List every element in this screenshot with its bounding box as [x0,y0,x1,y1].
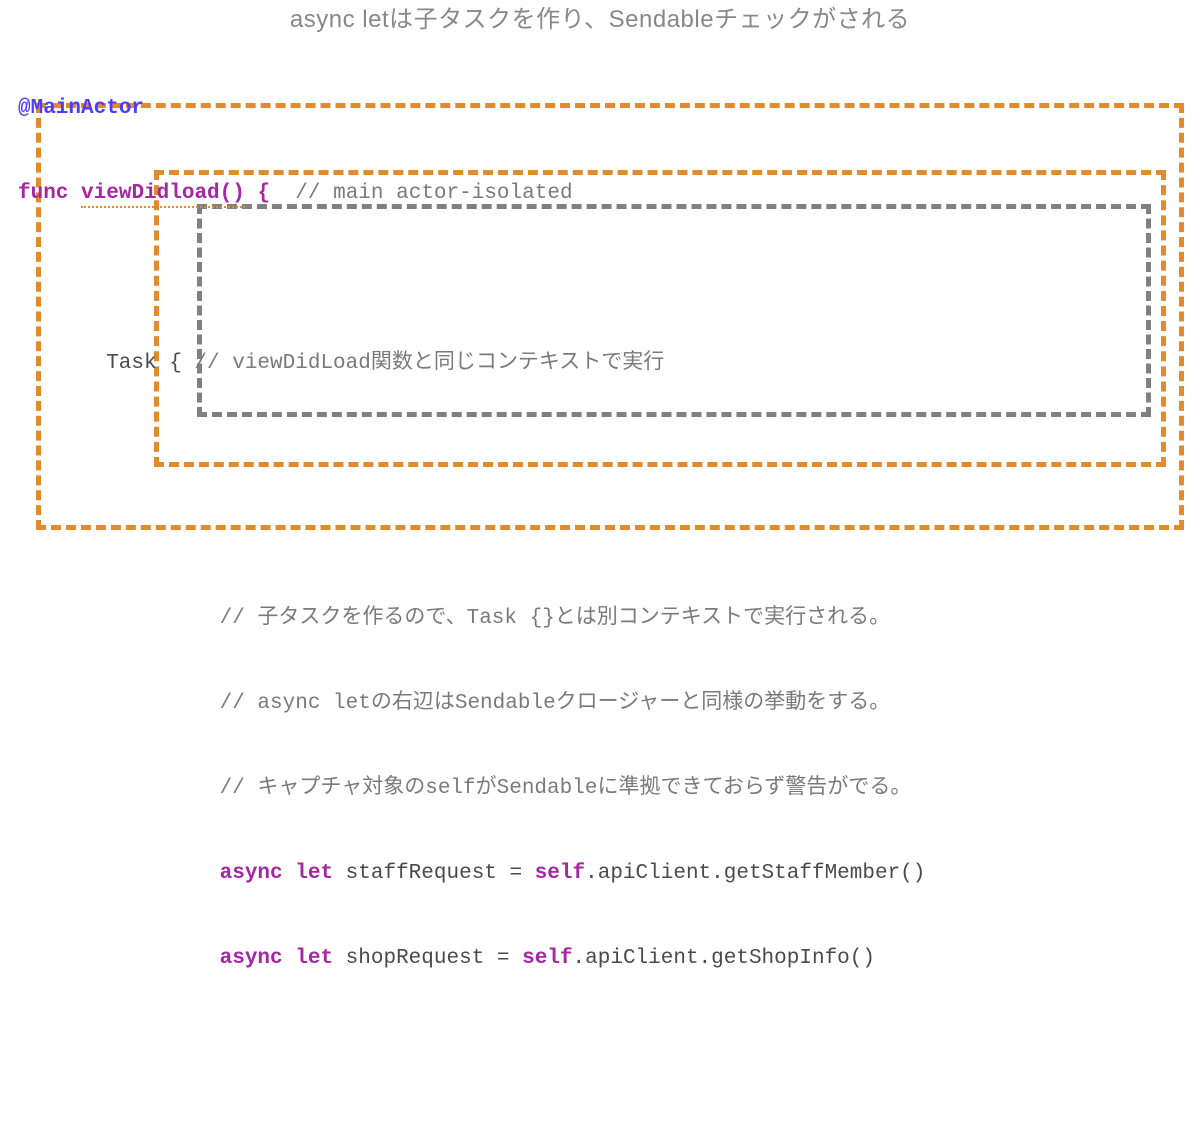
comment-task-context: // viewDidLoad関数と同じコンテキストで実行 [194,352,664,375]
call-getStaffMember: .apiClient.getStaffMember() [585,862,925,885]
comment-inner-2: // async letの右辺はSendableクロージャーと同様の挙動をする。 [220,692,891,715]
code-block: @MainActor func viewDidload() { // main … [18,38,925,1126]
slide-root: async letは子タスクを作り、Sendableチェックがされる @Main… [0,0,1200,563]
slide-annotation-top: async letは子タスクを作り、Sendableチェックがされる [0,4,1200,36]
keyword-self-1: self [535,862,585,885]
keyword-func: func [18,182,68,205]
var-shopRequest: shopRequest = [346,947,522,970]
keyword-self-2: self [522,947,572,970]
annotation-mainactor: @MainActor [18,97,144,120]
function-name: viewDidload() [81,182,245,208]
comment-inner-1: // 子タスクを作るので、Task {}とは別コンテキストで実行される。 [220,607,891,630]
keyword-let-1: let [295,862,333,885]
var-staffRequest: staffRequest = [346,862,535,885]
brace-open: { [245,182,270,205]
comment-inner-3: // キャプチャ対象のselfがSendableに準拠できておらず警告がでる。 [220,777,912,800]
call-getShopInfo: .apiClient.getShopInfo() [573,947,875,970]
keyword-let-2: let [295,947,333,970]
keyword-async-2: async [220,947,283,970]
keyword-async-1: async [220,862,283,885]
task-open: Task { [106,352,194,375]
comment-main-actor: // main actor-isolated [295,182,572,205]
